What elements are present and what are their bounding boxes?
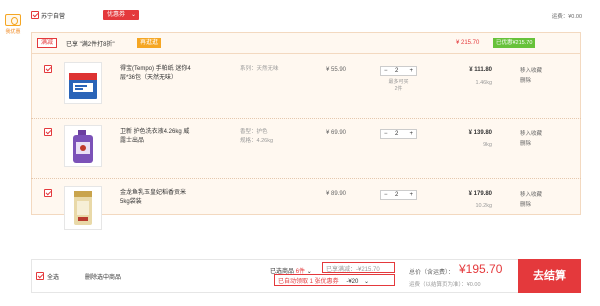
product-image[interactable] <box>64 186 102 230</box>
promo-text: 已享 "满2件打8折" <box>66 42 115 48</box>
move-to-favorites-link[interactable]: 移入收藏 <box>520 190 542 200</box>
row-divider <box>31 118 581 119</box>
delete-selected-link[interactable]: 删除选中商品 <box>85 272 121 281</box>
store-shipping: 运费：¥0.00 <box>551 14 582 20</box>
auto-coupon-value: -¥20 <box>346 279 359 285</box>
delete-link[interactable]: 删除 <box>520 76 542 86</box>
increase-button[interactable]: + <box>409 67 413 75</box>
product-weight: 10.2kg <box>475 203 492 209</box>
auto-coupon-summary[interactable]: 已自动领取 1 张优惠券 -¥20 ⌄ <box>278 276 369 285</box>
row-divider <box>31 178 581 179</box>
store-name[interactable]: 苏宁自营 <box>41 11 65 20</box>
product-attr-fragrance: 香型：护色 <box>240 129 268 135</box>
decrease-button[interactable]: − <box>384 67 388 75</box>
increase-button[interactable]: + <box>409 130 413 138</box>
promo-go-button[interactable]: 再逛逛 <box>137 38 162 48</box>
promo-saved-badge: 已优惠¥215.70 <box>493 38 536 48</box>
checkout-button[interactable]: 去结算 <box>518 259 581 293</box>
total-price: ¥195.70 <box>459 262 503 276</box>
tissue-pack-image <box>69 73 97 99</box>
product-price: ¥ 89.90 <box>326 191 347 197</box>
quantity-value[interactable]: 2 <box>395 67 398 75</box>
product-actions: 移入收藏 删除 <box>520 129 542 149</box>
product-attr: 系列：天然无味 <box>240 66 279 72</box>
move-to-favorites-link[interactable]: 移入收藏 <box>520 66 542 76</box>
product-price: ¥ 55.90 <box>326 67 347 73</box>
store-coupon-label: 优惠券 <box>107 12 126 18</box>
promo-panel <box>31 32 581 215</box>
item-checkbox[interactable] <box>44 65 52 73</box>
delete-link[interactable]: 删除 <box>520 200 542 210</box>
product-subtotal: ¥ 111.80 <box>469 67 492 73</box>
chevron-down-icon: ⌄ <box>364 279 370 285</box>
delete-link[interactable]: 删除 <box>520 139 542 149</box>
chevron-down-icon: ⌄ <box>130 12 137 18</box>
quantity-stepper[interactable]: − 2 + <box>380 129 417 139</box>
purchase-limit-line1: 最多可买 <box>388 79 409 85</box>
product-actions: 移入收藏 删除 <box>520 66 542 86</box>
move-to-favorites-link[interactable]: 移入收藏 <box>520 129 542 139</box>
detergent-bottle-image <box>73 130 93 163</box>
discount-summary: 已享满减：-¥215.70 <box>326 267 380 273</box>
product-subtotal: ¥ 139.80 <box>468 130 492 136</box>
quantity-value[interactable]: 2 <box>395 191 398 199</box>
item-checkbox[interactable] <box>44 189 52 197</box>
my-coupon-label: 我优惠 <box>5 29 21 35</box>
product-subtotal: ¥ 179.80 <box>468 191 492 197</box>
my-coupon-widget[interactable]: 我优惠 <box>2 14 24 35</box>
increase-button[interactable]: + <box>409 191 413 199</box>
quantity-stepper[interactable]: − 2 + <box>380 66 417 76</box>
total-label: 总价（含运费）： <box>409 270 455 276</box>
item-checkbox[interactable] <box>44 128 52 136</box>
product-attr: 香型：护色 规格：4.26kg <box>240 128 273 146</box>
product-image[interactable] <box>64 62 102 104</box>
product-image[interactable] <box>64 125 102 167</box>
product-price: ¥ 69.90 <box>326 130 347 136</box>
coupon-icon <box>5 14 21 26</box>
auto-coupon-text: 已自动领取 1 张优惠券 <box>278 279 339 285</box>
product-actions: 移入收藏 删除 <box>520 190 542 210</box>
promo-price: ¥ 215.70 <box>456 40 480 46</box>
promo-tag: 满减 <box>37 38 58 48</box>
product-weight: 9kg <box>483 142 492 148</box>
product-name[interactable]: 卫新 护色洗衣液4.26kg 威露士出品 <box>120 128 195 146</box>
product-name[interactable]: 得宝(Tempo) 手帕纸 迷你4层*36包（天然无味） <box>120 65 195 83</box>
product-attr-spec: 规格：4.26kg <box>240 138 274 144</box>
quantity-value[interactable]: 2 <box>395 130 398 138</box>
purchase-limit-line2: 2件 <box>394 86 403 92</box>
store-checkbox[interactable] <box>31 11 39 19</box>
product-weight: 1.46kg <box>475 80 492 86</box>
store-coupon-button[interactable]: 优惠券 ⌄ <box>103 10 140 20</box>
purchase-limit: 最多可买 2件 <box>380 79 417 93</box>
product-name[interactable]: 金龙鱼乳玉皇妃稻香贡米 5kg袋装 <box>120 189 195 207</box>
select-all-label[interactable]: 全选 <box>47 272 59 281</box>
shipping-note: 运费（以结算页为准）：¥0.00 <box>409 282 481 288</box>
decrease-button[interactable]: − <box>384 191 388 199</box>
quantity-stepper[interactable]: − 2 + <box>380 190 417 200</box>
select-all-checkbox[interactable] <box>36 272 44 280</box>
rice-bag-image <box>74 191 92 225</box>
decrease-button[interactable]: − <box>384 130 388 138</box>
